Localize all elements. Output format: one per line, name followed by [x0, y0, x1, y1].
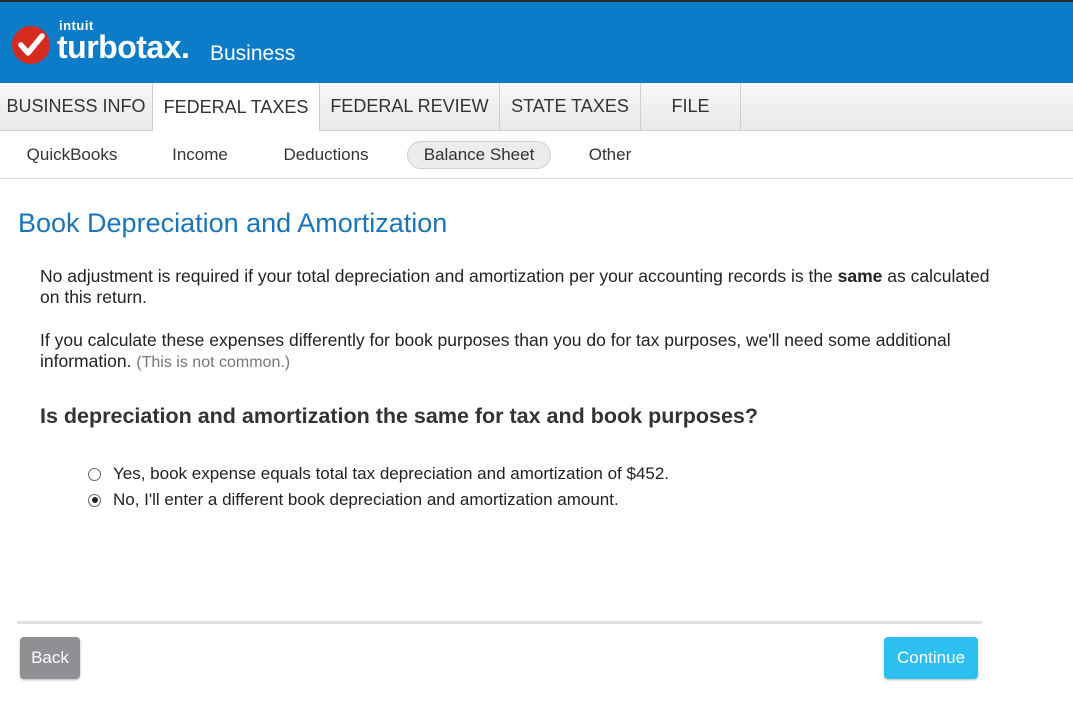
option-no[interactable]: No, I'll enter a different book deprecia… [88, 489, 619, 511]
radio-yes[interactable] [88, 467, 101, 481]
tab-federal-taxes[interactable]: FEDERAL TAXES [153, 83, 320, 131]
subnav-deductions[interactable]: Deductions [272, 141, 380, 169]
radio-no[interactable] [88, 493, 101, 507]
main-tab-bar: BUSINESS INFO FEDERAL TAXES FEDERAL REVI… [0, 83, 1073, 131]
option-no-label[interactable]: No, I'll enter a different book deprecia… [113, 490, 619, 510]
subnav-other[interactable]: Other [578, 141, 642, 169]
tab-federal-review[interactable]: FEDERAL REVIEW [320, 83, 500, 130]
detail-paragraph: If you calculate these expenses differen… [40, 330, 990, 373]
tab-state-taxes[interactable]: STATE TAXES [500, 83, 641, 130]
intro-emphasis: same [837, 266, 883, 286]
page-title: Book Depreciation and Amortization [18, 208, 448, 238]
tab-file[interactable]: FILE [641, 83, 741, 130]
intro-paragraph: No adjustment is required if your total … [40, 266, 990, 308]
brand-dot: . [181, 29, 190, 65]
subnav-quickbooks[interactable]: QuickBooks [18, 141, 126, 169]
subnav-income[interactable]: Income [160, 141, 240, 169]
question-heading: Is depreciation and amortization the sam… [40, 404, 758, 428]
product-name: Business [210, 42, 296, 65]
footer-divider [17, 621, 982, 624]
option-yes-label[interactable]: Yes, book expense equals total tax depre… [113, 464, 669, 484]
sub-nav: QuickBooks Income Deductions Balance She… [0, 131, 1073, 179]
tab-business-info[interactable]: BUSINESS INFO [0, 83, 153, 130]
option-yes[interactable]: Yes, book expense equals total tax depre… [88, 463, 669, 485]
detail-note: (This is not common.) [136, 354, 291, 371]
subnav-balance-sheet[interactable]: Balance Sheet [407, 141, 551, 169]
checkmark-logo-icon [12, 26, 50, 64]
app-header: intuit turbotax. Business [0, 0, 1073, 83]
brand-name: turbotax [57, 29, 182, 65]
turbotax-wordmark: turbotax. [57, 29, 190, 66]
continue-button[interactable]: Continue [884, 637, 978, 679]
back-button[interactable]: Back [20, 637, 80, 679]
intro-text: No adjustment is required if your total … [40, 266, 838, 286]
